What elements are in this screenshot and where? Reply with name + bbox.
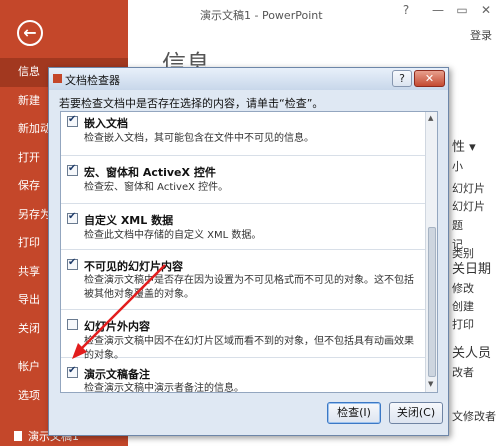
offslide-content-checkbox[interactable] (67, 319, 78, 330)
property-label: 打印 (452, 318, 474, 331)
dialog-instruction: 若要检查文档中是否存在选择的内容，请单击“检查”。 (59, 97, 324, 110)
dialog-close-button[interactable]: ✕ (414, 70, 445, 87)
property-label: 题 (452, 219, 463, 232)
minimize-button[interactable]: — (428, 3, 448, 17)
inspection-list: 嵌入文档 检查嵌入文档，其可能包含在文件中不可见的信息。 宏、窗体和 Activ… (60, 111, 438, 393)
property-label: 修改 (452, 282, 474, 295)
item-title: 幻灯片外内容 (84, 320, 150, 333)
powerpoint-backstage: 演示文稿1 - PowerPoint ? — ▭ ✕ 登录 ← 信息 新建 新加… (0, 0, 500, 446)
back-arrow-icon[interactable]: ← (17, 20, 43, 46)
property-label: 文修改者 (452, 410, 496, 423)
item-description: 检查演示文稿中演示者备注的信息。 (84, 383, 244, 393)
item-title: 宏、窗体和 ActiveX 控件 (84, 166, 216, 179)
property-label: 幻灯片 (452, 200, 485, 213)
powerpoint-icon (53, 74, 62, 83)
related-people-heading: 关人员 (452, 346, 492, 361)
property-label: 创建 (452, 300, 474, 313)
restore-button[interactable]: ▭ (452, 3, 472, 17)
embedded-docs-checkbox[interactable] (67, 114, 78, 127)
dialog-title-bar[interactable]: 文档检查器 ? ✕ (49, 68, 448, 90)
list-item: 嵌入文档 检查嵌入文档，其可能包含在文件中不可见的信息。 (61, 112, 425, 156)
scroll-up-icon[interactable]: ▲ (428, 114, 433, 122)
dialog-title: 文档检查器 (65, 74, 120, 87)
list-item: 不可见的幻灯片内容 检查演示文稿中是否存在因为设置为不可见格式而不可见的对象。这… (61, 250, 425, 310)
login-link[interactable]: 登录 (470, 27, 492, 43)
list-scrollbar[interactable]: ▲ ▼ (425, 112, 437, 392)
property-label: 小 (452, 160, 463, 173)
item-title: 嵌入文档 (84, 117, 128, 130)
document-icon (14, 431, 22, 441)
invisible-content-checkbox[interactable] (67, 257, 78, 270)
custom-xml-checkbox[interactable] (67, 211, 78, 224)
document-inspector-dialog: 文档检查器 ? ✕ 若要检查文档中是否存在选择的内容，请单击“检查”。 嵌入文档… (48, 67, 449, 436)
window-title: 演示文稿1 - PowerPoint (200, 9, 323, 22)
close-window-button[interactable]: ✕ (476, 3, 496, 17)
close-button[interactable]: 关闭(C) (389, 402, 443, 424)
item-description: 检查宏、窗体和 ActiveX 控件。 (84, 182, 229, 193)
properties-heading[interactable]: 性 ▾ (452, 136, 476, 155)
property-label: 幻灯片 (452, 182, 485, 195)
item-description: 检查演示文稿中是否存在因为设置为不可见格式而不可见的对象。这不包括被其他对象覆盖… (84, 275, 414, 300)
scroll-thumb[interactable] (428, 227, 436, 377)
item-title: 自定义 XML 数据 (84, 214, 174, 227)
list-item: 宏、窗体和 ActiveX 控件 检查宏、窗体和 ActiveX 控件。 (61, 156, 425, 204)
item-title: 演示文稿备注 (84, 368, 150, 381)
list-item: 自定义 XML 数据 检查此文档中存储的自定义 XML 数据。 (61, 204, 425, 250)
inspect-button[interactable]: 检查(I) (327, 402, 381, 424)
dialog-help-button[interactable]: ? (392, 70, 412, 87)
list-item: 演示文稿备注 检查演示文稿中演示者备注的信息。 (61, 358, 425, 393)
presentation-notes-checkbox[interactable] (67, 365, 78, 378)
scroll-down-icon[interactable]: ▼ (428, 380, 433, 388)
related-dates-heading: 关日期 (452, 262, 492, 277)
item-title: 不可见的幻灯片内容 (84, 260, 183, 273)
item-description: 检查嵌入文档，其可能包含在文件中不可见的信息。 (84, 133, 314, 144)
macros-checkbox[interactable] (67, 163, 78, 176)
item-description: 检查此文档中存储的自定义 XML 数据。 (84, 230, 262, 241)
list-item: 幻灯片外内容 检查演示文稿中因不在幻灯片区域而看不到的对象，但不包括具有动画效果… (61, 310, 425, 361)
help-icon[interactable]: ? (396, 3, 416, 17)
property-label: 改者 (452, 366, 474, 379)
